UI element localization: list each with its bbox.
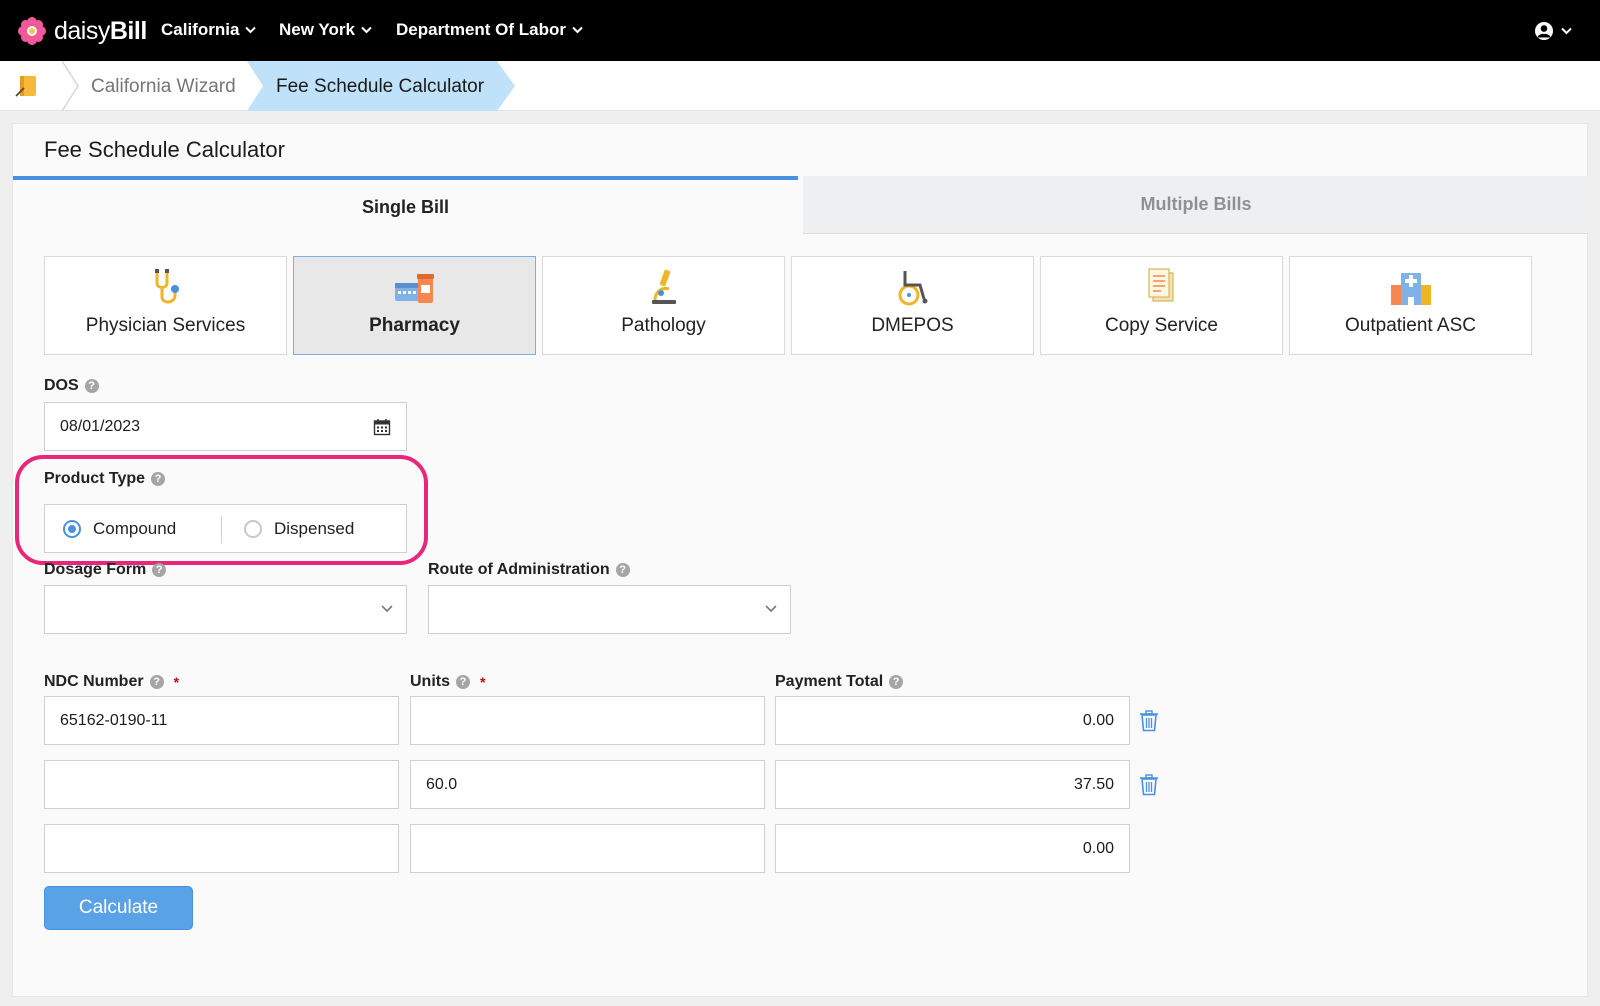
payment-total-input[interactable]: 0.00 <box>775 696 1130 745</box>
ndc-number-header: NDC Number ? * <box>44 673 179 691</box>
trash-icon[interactable] <box>1139 710 1159 732</box>
ndc-header-text: NDC Number <box>44 673 144 690</box>
category-label: Copy Service <box>1105 315 1218 336</box>
dos-input[interactable]: 08/01/2023 <box>44 402 407 451</box>
units-input[interactable]: 60.0 <box>410 760 765 809</box>
breadcrumb-separator <box>61 61 79 111</box>
user-circle-icon <box>1535 22 1553 40</box>
radio-compound-label: Compound <box>93 519 177 538</box>
pharmacy-icon <box>394 274 434 303</box>
radio-compound[interactable]: Compound <box>63 519 176 539</box>
payment-value: 0.00 <box>1082 839 1114 857</box>
radio-dispensed-label: Dispensed <box>274 519 355 538</box>
category-label: Outpatient ASC <box>1345 315 1476 336</box>
payment-total-input[interactable]: 0.00 <box>775 824 1130 873</box>
category-label: Physician Services <box>85 315 246 336</box>
help-icon[interactable]: ? <box>152 563 167 577</box>
calculate-button[interactable]: Calculate <box>44 886 193 930</box>
category-label: Pathology <box>621 315 706 336</box>
help-icon[interactable]: ? <box>889 675 904 689</box>
category-dmepos[interactable]: DMEPOS <box>791 256 1034 355</box>
breadcrumb: California Wizard Fee Schedule Calculato… <box>0 61 1600 111</box>
payment-total-header: Payment Total ? <box>775 673 904 691</box>
daisy-flower-icon <box>18 17 46 45</box>
daisybill-logo[interactable]: daisyBill <box>18 16 147 46</box>
radio-unchecked-icon <box>244 520 262 538</box>
dos-value: 08/01/2023 <box>60 417 141 435</box>
page-title: Fee Schedule Calculator <box>44 137 285 162</box>
required-mark: * <box>173 674 180 690</box>
dos-label-text: DOS <box>44 377 79 394</box>
category-copy-service[interactable]: Copy Service <box>1040 256 1283 355</box>
route-label: Route of Administration ? <box>428 561 630 579</box>
help-icon[interactable]: ? <box>149 675 164 689</box>
category-pathology[interactable]: Pathology <box>542 256 785 355</box>
nav-dol-label: Department Of Labor <box>396 20 567 39</box>
category-pharmacy[interactable]: Pharmacy <box>293 256 536 355</box>
breadcrumb-fee-schedule-calculator[interactable]: Fee Schedule Calculator <box>276 76 484 98</box>
top-navbar: daisyBill California New York Department… <box>0 0 1600 61</box>
category-label: Pharmacy <box>369 315 460 336</box>
payment-header-text: Payment Total <box>775 673 884 690</box>
help-icon[interactable]: ? <box>151 472 166 486</box>
calculator-card: Fee Schedule Calculator Single Bill Mult… <box>12 123 1589 997</box>
ndc-input[interactable] <box>44 824 399 873</box>
help-icon[interactable]: ? <box>84 379 99 393</box>
category-physician-services[interactable]: Physician Services <box>44 256 287 355</box>
category-label: DMEPOS <box>871 315 954 336</box>
dosage-form-label: Dosage Form ? <box>44 561 167 579</box>
hospital-icon <box>1390 273 1431 305</box>
document-copy-icon <box>1147 268 1174 302</box>
nav-california-label: California <box>161 20 240 39</box>
microscope-icon <box>651 269 676 304</box>
chevron-down-icon <box>361 26 372 34</box>
dosage-form-label-text: Dosage Form <box>44 561 147 578</box>
breadcrumb-california-wizard[interactable]: California Wizard <box>91 76 236 98</box>
units-input[interactable] <box>410 824 765 873</box>
category-outpatient-asc[interactable]: Outpatient ASC <box>1289 256 1532 355</box>
product-type-radio-group: Compound Dispensed <box>44 504 407 553</box>
payment-value: 37.50 <box>1073 775 1114 793</box>
ndc-input[interactable]: 65162-0190-11 <box>44 696 399 745</box>
tab-multiple-bills[interactable]: Multiple Bills <box>803 176 1589 234</box>
payment-value: 0.00 <box>1082 711 1114 729</box>
help-icon[interactable]: ? <box>615 563 630 577</box>
units-header: Units ? * <box>410 673 485 691</box>
dos-label: DOS ? <box>44 377 99 395</box>
user-menu[interactable] <box>1534 21 1572 41</box>
calendar-icon[interactable] <box>373 418 391 436</box>
units-header-text: Units <box>410 673 450 690</box>
radio-checked-icon <box>63 520 81 538</box>
radio-divider <box>221 516 222 543</box>
chevron-down-icon <box>572 26 583 34</box>
nav-new-york-label: New York <box>279 20 355 39</box>
notebook-icon[interactable] <box>14 73 40 99</box>
tab-single-bill[interactable]: Single Bill <box>13 176 798 234</box>
units-input[interactable] <box>410 696 765 745</box>
units-value: 60.0 <box>426 775 458 793</box>
trash-icon[interactable] <box>1139 774 1159 796</box>
route-select[interactable] <box>428 585 791 634</box>
help-icon[interactable]: ? <box>456 675 470 689</box>
ndc-input[interactable] <box>44 760 399 809</box>
route-label-text: Route of Administration <box>428 561 610 578</box>
ndc-value: 65162-0190-11 <box>60 711 168 729</box>
chevron-down-icon <box>1561 27 1572 35</box>
dosage-form-select[interactable] <box>44 585 407 634</box>
nav-department-of-labor[interactable]: Department Of Labor <box>396 20 583 40</box>
nav-new-york[interactable]: New York <box>279 20 372 40</box>
payment-total-input[interactable]: 37.50 <box>775 760 1130 809</box>
chevron-down-icon <box>245 26 257 34</box>
chevron-down-icon <box>765 605 777 613</box>
chevron-down-icon <box>381 605 393 613</box>
nav-california[interactable]: California <box>161 20 257 40</box>
stethoscope-icon <box>154 269 179 304</box>
logo-text: daisyBill <box>54 16 147 45</box>
required-mark: * <box>480 674 486 690</box>
radio-dispensed[interactable]: Dispensed <box>244 519 354 539</box>
wheelchair-icon <box>898 271 927 306</box>
product-type-label: Product Type ? <box>44 470 166 488</box>
product-type-label-text: Product Type <box>44 470 146 487</box>
